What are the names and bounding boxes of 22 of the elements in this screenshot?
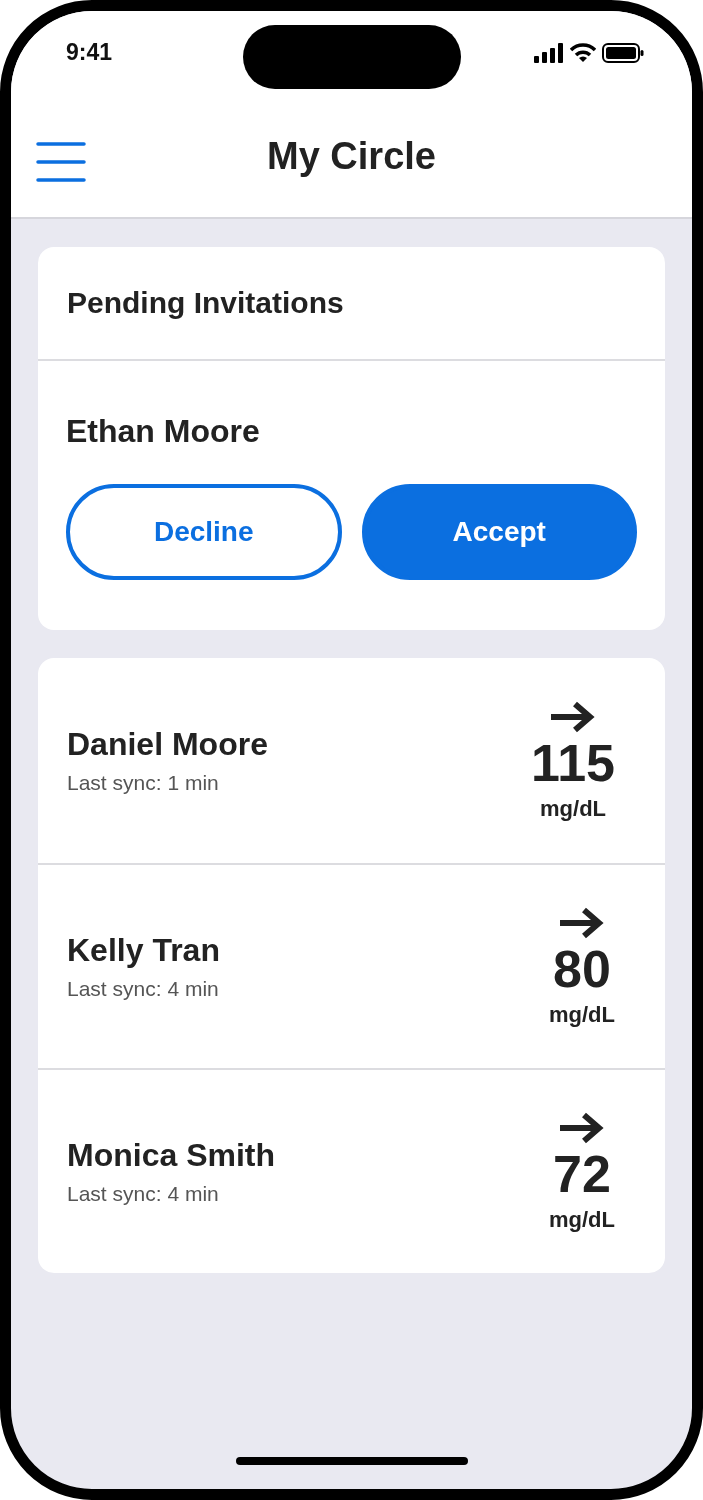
last-sync-text: Last sync: 1 min bbox=[67, 771, 220, 795]
member-name: Monica Smith bbox=[67, 1137, 275, 1174]
wifi-icon bbox=[570, 43, 596, 63]
glucose-value: 115 bbox=[531, 734, 615, 793]
section-title: Pending Invitations bbox=[38, 247, 665, 361]
last-sync-text: Last sync: 4 min bbox=[67, 977, 220, 1001]
glucose-value: 72 bbox=[553, 1145, 611, 1204]
glucose-unit: mg/dL bbox=[540, 796, 607, 823]
last-sync-text: Last sync: 4 min bbox=[67, 1182, 220, 1206]
invitee-name: Ethan Moore bbox=[66, 413, 261, 450]
menu-icon[interactable] bbox=[36, 141, 86, 183]
battery-icon bbox=[602, 43, 644, 63]
accept-button[interactable]: Accept bbox=[361, 484, 637, 580]
member-name: Daniel Moore bbox=[67, 726, 268, 763]
glucose-unit: mg/dL bbox=[549, 1207, 615, 1234]
member-name: Kelly Tran bbox=[67, 932, 220, 969]
signal-icon bbox=[534, 43, 564, 63]
decline-button[interactable]: Decline bbox=[66, 484, 342, 580]
glucose-unit: mg/dL bbox=[549, 1002, 615, 1029]
page-title: My Circle bbox=[267, 134, 436, 178]
status-time: 9:41 bbox=[66, 39, 113, 66]
glucose-value: 80 bbox=[553, 940, 611, 999]
